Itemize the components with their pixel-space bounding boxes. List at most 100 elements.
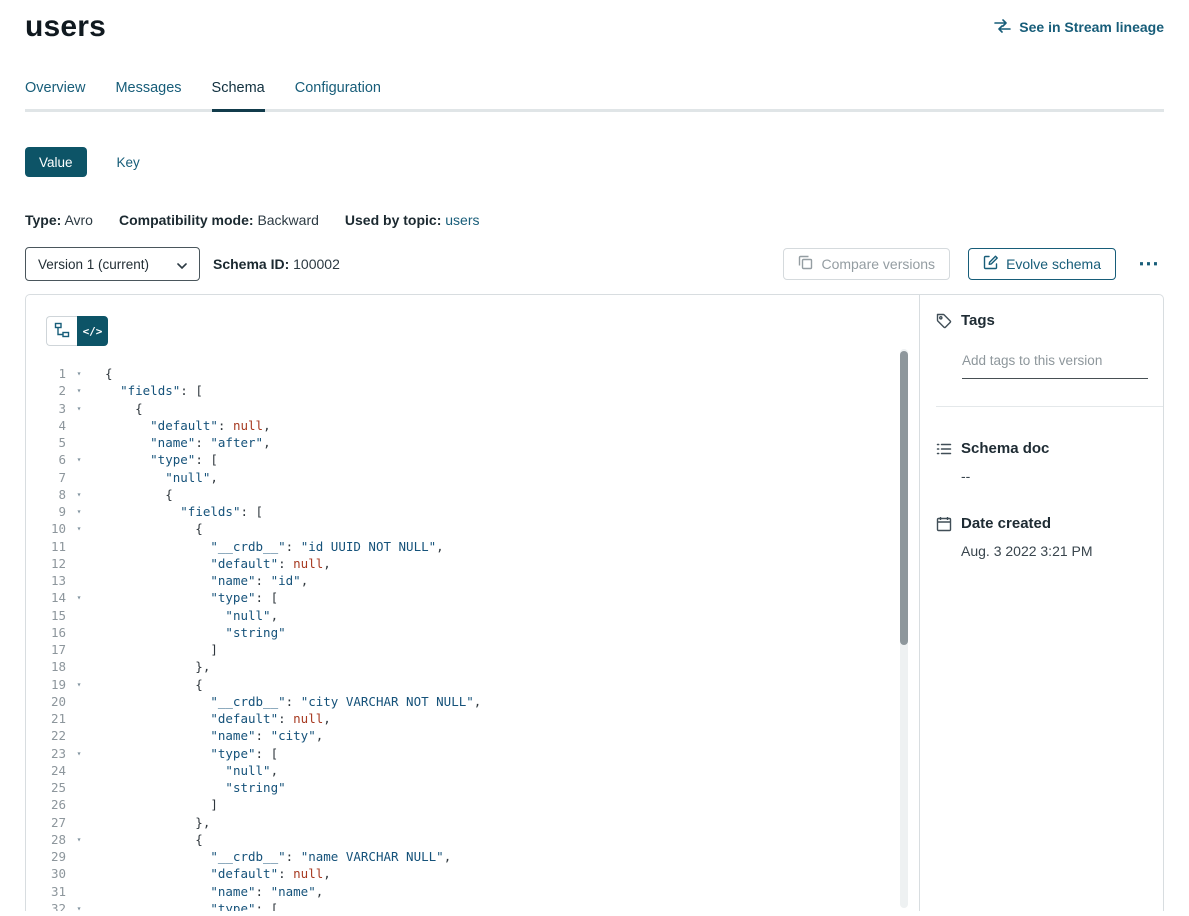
fold-toggle-icon[interactable]: ▾ [70,831,88,848]
code-text: }, [105,658,210,675]
code-text: "string" [105,624,286,641]
fold-spacer [70,727,88,744]
evolve-schema-button[interactable]: Evolve schema [968,248,1116,280]
code-line: 26 ] [26,796,919,813]
value-toggle-button[interactable]: Value [25,147,87,177]
code-line: 25 "string" [26,779,919,796]
version-select-value: Version 1 (current) [38,257,149,272]
page-title: users [25,7,106,47]
fold-toggle-icon[interactable]: ▾ [70,589,88,606]
fold-spacer [70,641,88,658]
fold-toggle-icon[interactable]: ▾ [70,745,88,762]
code-text: }, [105,814,210,831]
fold-toggle-icon[interactable]: ▾ [70,365,88,382]
tags-input[interactable] [962,353,1148,379]
code-lines: 1▾{2▾ "fields": [3▾ {4 "default": null,5… [26,295,919,911]
code-text: "type": [ [105,745,278,762]
editor-scrollbar[interactable] [900,349,908,908]
code-text: "type": [ [105,589,278,606]
tab-messages[interactable]: Messages [115,80,181,109]
scrollbar-thumb[interactable] [900,351,908,645]
schema-doc-value: -- [961,468,1147,484]
line-number: 25 [26,779,66,796]
fold-spacer [70,607,88,624]
line-number: 3 [26,400,66,417]
fold-toggle-icon[interactable]: ▾ [70,900,88,911]
line-number: 29 [26,848,66,865]
line-number: 2 [26,382,66,399]
code-line: 27 }, [26,814,919,831]
tab-configuration[interactable]: Configuration [295,80,381,109]
date-created-value: Aug. 3 2022 3:21 PM [961,543,1147,559]
code-line: 20 "__crdb__": "city VARCHAR NOT NULL", [26,693,919,710]
fold-toggle-icon[interactable]: ▾ [70,503,88,520]
code-text: "fields": [ [105,503,263,520]
line-number: 12 [26,555,66,572]
tab-overview[interactable]: Overview [25,80,85,109]
fold-toggle-icon[interactable]: ▾ [70,400,88,417]
code-text: "name": "id", [105,572,308,589]
compare-versions-label: Compare versions [821,256,935,272]
code-text: "string" [105,779,286,796]
fold-spacer [70,865,88,882]
schema-editor: </> 1▾{2▾ "fields": [3▾ {4 "default": nu… [26,295,919,911]
tabs: Overview Messages Schema Configuration [25,80,1164,112]
overflow-menu-button[interactable]: ⋯ [1134,254,1164,274]
line-number: 15 [26,607,66,624]
code-text: "type": [ [105,900,278,911]
fold-toggle-icon[interactable]: ▾ [70,382,88,399]
code-line: 14▾ "type": [ [26,589,919,606]
topic-link[interactable]: users [445,212,479,228]
fold-toggle-icon[interactable]: ▾ [70,451,88,468]
fold-spacer [70,779,88,796]
fold-spacer [70,624,88,641]
version-select[interactable]: Version 1 (current) [25,247,200,281]
code-text: ] [105,796,218,813]
fold-toggle-icon[interactable]: ▾ [70,676,88,693]
fold-spacer [70,710,88,727]
chevron-down-icon [177,257,187,272]
code-line: 17 ] [26,641,919,658]
code-line: 23▾ "type": [ [26,745,919,762]
code-line: 32▾ "type": [ [26,900,919,911]
type-value: Avro [64,212,93,228]
code-view-icon: </> [83,325,103,338]
code-line: 16 "string" [26,624,919,641]
schema-id-value: 100002 [293,256,340,272]
code-text: "null", [105,469,218,486]
code-text: "default": null, [105,555,331,572]
code-text: { [105,520,203,537]
topic-label: Used by topic: [345,212,441,228]
stream-lineage-icon [994,19,1011,36]
code-line: 12 "default": null, [26,555,919,572]
fold-toggle-icon[interactable]: ▾ [70,486,88,503]
code-text: { [105,831,203,848]
tag-icon [936,313,952,329]
stream-lineage-link[interactable]: See in Stream lineage [994,19,1164,36]
code-line: 1▾{ [26,365,919,382]
compare-versions-button[interactable]: Compare versions [783,248,950,280]
edit-icon [983,255,998,273]
code-view-button[interactable]: </> [77,316,108,346]
fold-toggle-icon[interactable]: ▾ [70,520,88,537]
code-text: "name": "city", [105,727,323,744]
code-line: 3▾ { [26,400,919,417]
line-number: 21 [26,710,66,727]
code-text: "__crdb__": "id UUID NOT NULL", [105,538,444,555]
code-text: "type": [ [105,451,218,468]
code-text: "default": null, [105,710,331,727]
key-toggle-button[interactable]: Key [111,155,146,170]
tab-schema[interactable]: Schema [212,80,265,109]
fold-spacer [70,848,88,865]
schema-doc-section-header: Schema doc [936,440,1147,457]
code-line: 31 "name": "name", [26,883,919,900]
code-text: "fields": [ [105,382,203,399]
evolve-schema-label: Evolve schema [1006,256,1101,272]
schema-id-label: Schema ID: [213,256,289,272]
line-number: 11 [26,538,66,555]
code-line: 11 "__crdb__": "id UUID NOT NULL", [26,538,919,555]
tree-view-button[interactable] [46,316,77,346]
code-text: { [105,486,173,503]
schema-page: users See in Stream lineage Overview Mess… [0,0,1189,911]
code-line: 13 "name": "id", [26,572,919,589]
